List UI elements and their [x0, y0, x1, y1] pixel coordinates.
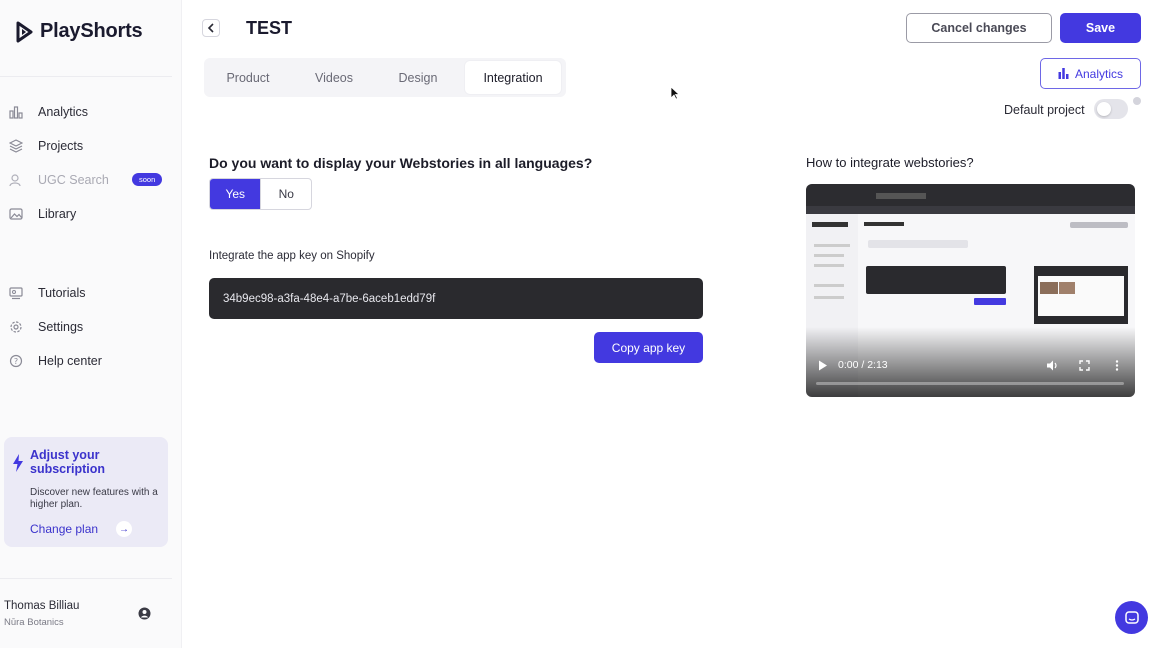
tab-videos[interactable]: Videos — [292, 58, 376, 97]
bar-chart-icon — [1058, 68, 1069, 79]
integrate-app-key-label: Integrate the app key on Shopify — [209, 250, 375, 262]
mouse-cursor-icon — [670, 86, 680, 100]
bar-chart-icon — [8, 104, 24, 120]
tab-integration[interactable]: Integration — [465, 61, 561, 94]
sidebar-item-help-center[interactable]: ? Help center — [8, 353, 102, 369]
app-key-field[interactable]: 34b9ec98-a3fa-48e4-a7be-6aceb1edd79f — [209, 278, 703, 319]
analytics-button-label: Analytics — [1074, 66, 1124, 81]
languages-yes-no-toggle: Yes No — [209, 178, 312, 210]
play-icon[interactable] — [818, 360, 828, 371]
sidebar-item-ugc-search[interactable]: UGC Search — [8, 172, 109, 188]
sidebar-item-label: Library — [38, 207, 77, 221]
playshorts-logo-icon — [16, 21, 33, 42]
sidebar-item-label: Help center — [38, 354, 102, 368]
analytics-button[interactable]: Analytics — [1040, 58, 1141, 89]
brand-name: PlayShorts — [40, 20, 143, 42]
sidebar-divider — [0, 76, 172, 77]
back-button[interactable] — [202, 19, 220, 37]
copy-app-key-button[interactable]: Copy app key — [594, 332, 703, 363]
user-avatar-icon[interactable] — [138, 607, 151, 620]
sidebar-divider — [0, 578, 172, 579]
volume-icon[interactable] — [1046, 360, 1058, 371]
subscription-description: Discover new features with a higher plan… — [30, 487, 158, 510]
arrow-right-icon[interactable]: → — [116, 521, 132, 537]
video-section-title: How to integrate webstories? — [806, 155, 974, 170]
users-search-icon — [8, 172, 24, 188]
layers-icon — [8, 138, 24, 154]
fullscreen-icon[interactable] — [1079, 360, 1090, 371]
toggle-knob — [1097, 102, 1111, 116]
sidebar-item-label: Settings — [38, 320, 84, 334]
page-title: TEST — [246, 18, 293, 38]
sidebar-item-label: Tutorials — [38, 286, 86, 300]
project-tabs: Product Videos Design Integration — [204, 58, 566, 97]
sidebar-item-tutorials[interactable]: Tutorials — [8, 285, 85, 301]
user-organization: Nūra Botanics — [4, 617, 64, 628]
svg-text:?: ? — [14, 357, 18, 366]
gear-icon — [8, 319, 24, 335]
subscription-title: Adjust your subscription — [30, 448, 106, 476]
save-button[interactable]: Save — [1060, 13, 1141, 43]
chat-icon — [1124, 610, 1139, 624]
sidebar-item-settings[interactable]: Settings — [8, 319, 83, 335]
sidebar-item-projects[interactable]: Projects — [8, 138, 83, 154]
languages-question: Do you want to display your Webstories i… — [209, 155, 593, 171]
lightning-icon — [13, 454, 23, 472]
help-circle-icon: ? — [8, 353, 24, 369]
sidebar-item-label: Analytics — [38, 105, 89, 119]
sidebar-item-label: UGC Search — [38, 173, 109, 187]
change-plan-link[interactable]: Change plan — [30, 522, 98, 536]
more-options-icon[interactable] — [1115, 360, 1119, 371]
chevron-left-icon — [207, 23, 214, 33]
chat-support-button[interactable] — [1115, 601, 1148, 634]
soon-badge: soon — [132, 173, 163, 186]
tab-product[interactable]: Product — [204, 58, 292, 97]
tutorial-video-player[interactable]: 0:00 / 2:13 — [806, 184, 1135, 397]
info-icon[interactable] — [1133, 97, 1141, 105]
video-progress-bar[interactable] — [816, 382, 1124, 385]
sidebar-item-label: Projects — [38, 139, 84, 153]
logo[interactable]: PlayShorts — [16, 20, 143, 43]
video-tutorial-icon — [8, 285, 24, 301]
sidebar: PlayShorts Analytics Projects UGC Search… — [0, 0, 182, 648]
subscription-card: Adjust your subscription Discover new fe… — [4, 437, 168, 547]
default-project-label: Default project — [1004, 103, 1085, 117]
tab-design[interactable]: Design — [376, 58, 460, 97]
user-name: Thomas Billiau — [4, 600, 80, 612]
yes-option[interactable]: Yes — [210, 179, 261, 209]
image-icon — [8, 206, 24, 222]
default-project-toggle[interactable] — [1094, 99, 1128, 119]
no-option[interactable]: No — [260, 179, 311, 209]
video-time: 0:00 / 2:13 — [838, 359, 888, 371]
sidebar-item-library[interactable]: Library — [8, 206, 76, 222]
sidebar-item-analytics[interactable]: Analytics — [8, 104, 88, 120]
cancel-changes-button[interactable]: Cancel changes — [906, 13, 1052, 43]
